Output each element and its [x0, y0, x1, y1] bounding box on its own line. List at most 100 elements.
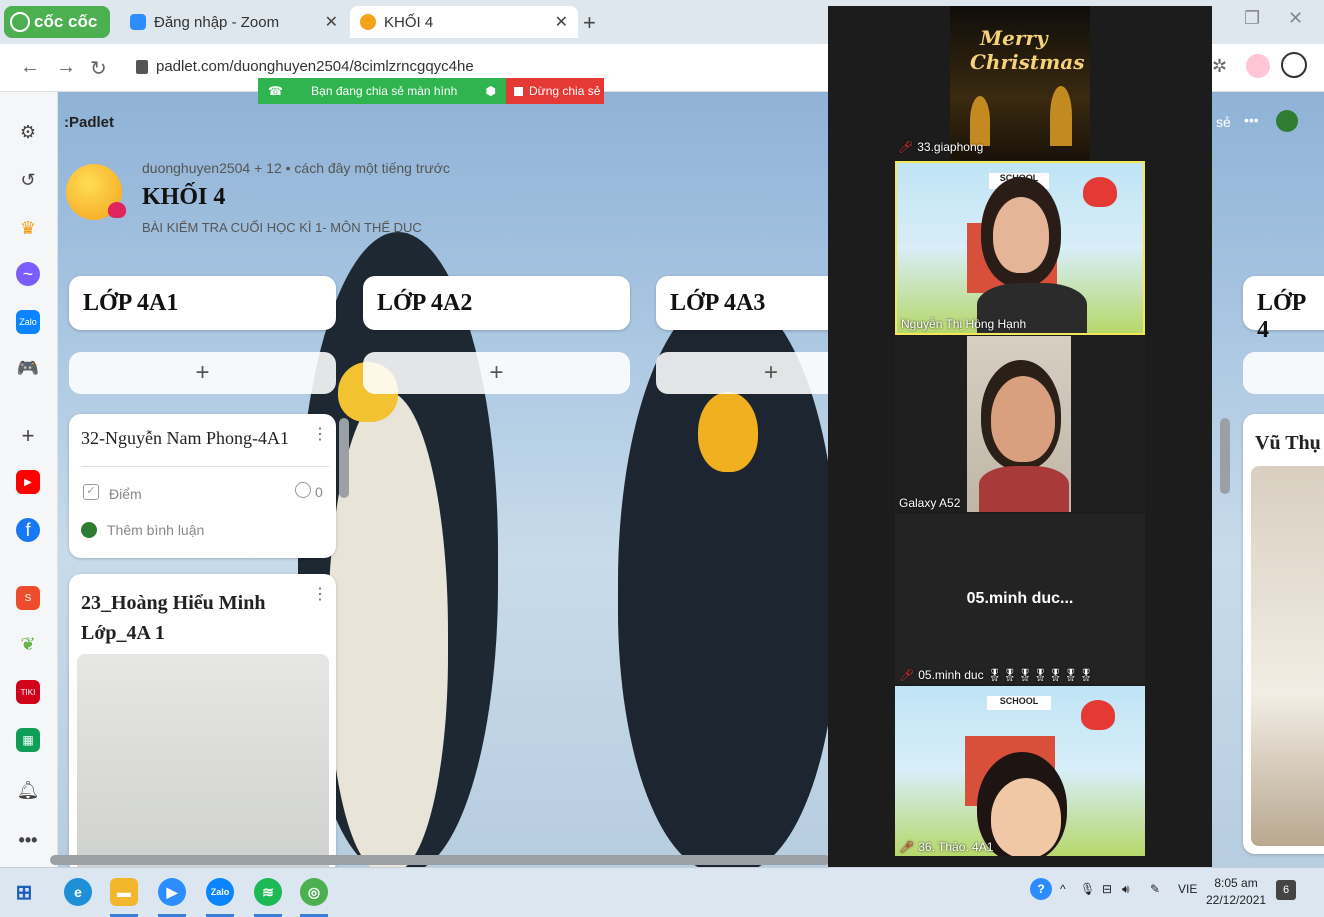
add-post-button-4a1[interactable]: + [69, 352, 336, 394]
back-icon[interactable]: ← [20, 56, 40, 79]
coccoc-menu-button[interactable]: cốc cốc [4, 6, 110, 38]
extensions-icon[interactable]: ✲ [1212, 56, 1227, 77]
zalo-app-icon[interactable]: Zalo [206, 878, 234, 906]
participant-name: 🎤︎ 05.minh duc 🎖🎖🎖🎖🎖🎖🎖 [899, 668, 1094, 682]
post-menu-icon[interactable]: ⋮ [312, 424, 328, 444]
volume-icon[interactable]: 🔊︎ [1122, 882, 1130, 897]
help-icon[interactable]: ? [1030, 878, 1052, 900]
post-title: 23_Hoàng Hiểu Minh Lớp_4A 1 [81, 588, 265, 648]
sheets-icon[interactable]: ▦ [16, 728, 40, 752]
tab-label: KHỐI 4 [384, 13, 434, 31]
history-icon[interactable]: ↺ [16, 168, 40, 192]
user-avatar[interactable] [1276, 110, 1298, 132]
column-scrollbar[interactable] [339, 418, 349, 498]
profile-pig-icon[interactable] [1246, 54, 1270, 78]
stop-icon [514, 86, 523, 96]
participant-tile-galaxy[interactable]: Galaxy A52 [895, 336, 1145, 512]
close-tab-icon[interactable]: ✕ [325, 12, 338, 32]
reload-icon[interactable]: ↻ [90, 56, 107, 81]
youtube-icon[interactable]: ▶ [16, 470, 40, 494]
clock[interactable]: 8:05 am 22/12/2021 [1206, 876, 1266, 907]
participant-tile-thao[interactable]: SCHOOL 🎤︎ 36. Thảo. 4A1 [895, 686, 1145, 856]
post-card-hieu-minh[interactable]: 23_Hoàng Hiểu Minh Lớp_4A 1 ⋮ [69, 574, 336, 867]
url-field[interactable]: padlet.com/duonghuyen2504/8cimlzrncgqyc4… [136, 58, 474, 75]
mic-muted-icon: 🎤︎ [899, 840, 915, 854]
stop-share-button[interactable]: Dừng chia sẻ [506, 78, 604, 104]
file-explorer-icon[interactable]: ▬ [110, 878, 138, 906]
post-title: Vũ Thụ [1255, 432, 1321, 454]
grade-checkbox-icon[interactable]: ✓ [83, 484, 99, 500]
notification-center-icon[interactable]: 6 [1276, 880, 1296, 900]
padlet-logo[interactable]: :Padlet [64, 114, 114, 131]
shield-icon: ⬢ [485, 84, 496, 98]
tab-zoom-login[interactable]: Đăng nhập - Zoom ✕ [120, 6, 348, 38]
padlet-title: KHỐI 4 [142, 184, 226, 210]
phone-icon: ☎ [268, 84, 283, 98]
brand-label: cốc cốc [34, 12, 98, 31]
account-circle-icon[interactable] [1281, 52, 1307, 78]
participant-tile-hong-hanh[interactable]: SCHOOL Nguyễn Thị Hồng Hạnh [895, 161, 1145, 335]
screen-share-banner: ☎ Bạn đang chia sẻ màn hình ⬢ [258, 78, 506, 104]
post-image[interactable] [1251, 466, 1324, 846]
chevron-up-icon[interactable]: ^ [1060, 882, 1066, 896]
post-video-thumbnail[interactable] [77, 654, 329, 867]
notification-bell-icon[interactable]: 🔔︎ [16, 778, 40, 802]
kiss-emoji-icon [66, 164, 126, 220]
add-comment-input[interactable]: Thêm bình luận [107, 522, 204, 538]
tiki-xmas-icon[interactable]: TIKI [16, 680, 40, 704]
more-icon[interactable]: ••• [16, 828, 40, 852]
participant-tile-minh-duc[interactable]: 05.minh duc... 🎤︎ 05.minh duc 🎖🎖🎖🎖🎖🎖🎖 [895, 514, 1145, 684]
sharing-text: Bạn đang chia sẻ màn hình [311, 84, 458, 98]
settings-gear-icon[interactable]: ⚙ [16, 120, 40, 144]
padlet-meta: duonghuyen2504 + 12 • cách đây một tiếng… [142, 160, 450, 176]
microphone-icon[interactable]: 🎙︎ [1080, 882, 1095, 896]
leaf-icon[interactable]: ❦ [16, 632, 40, 656]
clock-time: 8:05 am [1214, 876, 1258, 890]
network-icon[interactable]: ⊟ [1102, 882, 1112, 896]
add-icon[interactable]: + [16, 423, 40, 448]
zalo-icon[interactable]: Zalo [16, 310, 40, 334]
tab-khoi4[interactable]: KHỐI 4 ✕ [350, 6, 578, 38]
column-header-4-partial[interactable]: LỚP 4 [1243, 276, 1324, 343]
new-tab-icon[interactable]: + [583, 10, 596, 36]
shopee-icon[interactable]: S [16, 586, 40, 610]
tab-label: Đăng nhập - Zoom [154, 13, 280, 31]
participant-shoulders [979, 466, 1069, 512]
mic-muted-icon: 🎤︎ [899, 668, 915, 682]
column-header-4a2[interactable]: LỚP 4A2 [363, 276, 630, 330]
heart-icon [1081, 700, 1115, 730]
restore-window-icon[interactable]: ❐ [1244, 8, 1260, 29]
participant-name: Nguyễn Thị Hồng Hạnh [901, 317, 1027, 331]
add-post-button-4a2[interactable]: + [363, 352, 630, 394]
participant-name: 🎤︎ 36. Thảo. 4A1 [899, 840, 994, 854]
more-options-icon[interactable]: ••• [1244, 112, 1259, 128]
mic-muted-icon: 🎤︎ [898, 140, 914, 154]
close-tab-icon[interactable]: ✕ [555, 12, 568, 32]
zoom-app-icon[interactable]: ▶ [158, 878, 186, 906]
share-label-partial[interactable]: sẻ [1216, 114, 1231, 130]
forward-icon[interactable]: → [56, 56, 76, 79]
close-window-icon[interactable]: ✕ [1288, 8, 1303, 29]
windows-start-icon[interactable]: ⊞ [10, 878, 38, 906]
divider [81, 466, 329, 467]
add-post-button-partial[interactable] [1243, 352, 1324, 394]
game-controller-icon[interactable]: 🎮 [16, 356, 40, 380]
column-scrollbar[interactable] [1220, 418, 1230, 494]
post-menu-icon[interactable]: ⋮ [312, 584, 328, 604]
pen-icon[interactable]: ✎ [1150, 882, 1160, 896]
participant-tile-giaphong[interactable]: Merry Christmas [950, 6, 1090, 160]
language-indicator[interactable]: VIE [1178, 882, 1197, 896]
column-header-4a1[interactable]: LỚP 4A1 [69, 276, 336, 330]
spotify-icon[interactable]: ≋ [254, 878, 282, 906]
lock-icon [136, 59, 148, 74]
facebook-icon[interactable]: f [16, 518, 40, 542]
post-card-nam-phong[interactable]: 32-Nguyễn Nam Phong-4A1 ⋮ ✓ Điểm 0 Thêm … [69, 414, 336, 558]
comment-icon[interactable] [295, 482, 311, 498]
participant-display-name: 05.minh duc... [966, 590, 1074, 607]
horizontal-scrollbar[interactable] [50, 855, 830, 865]
messenger-icon[interactable]: ~ [16, 262, 40, 286]
coccoc-app-icon[interactable]: ◎ [300, 878, 328, 906]
post-card-partial[interactable]: Vũ Thụ [1243, 414, 1324, 854]
edge-icon[interactable]: e [64, 878, 92, 906]
crown-icon[interactable]: ♛ [16, 216, 40, 240]
